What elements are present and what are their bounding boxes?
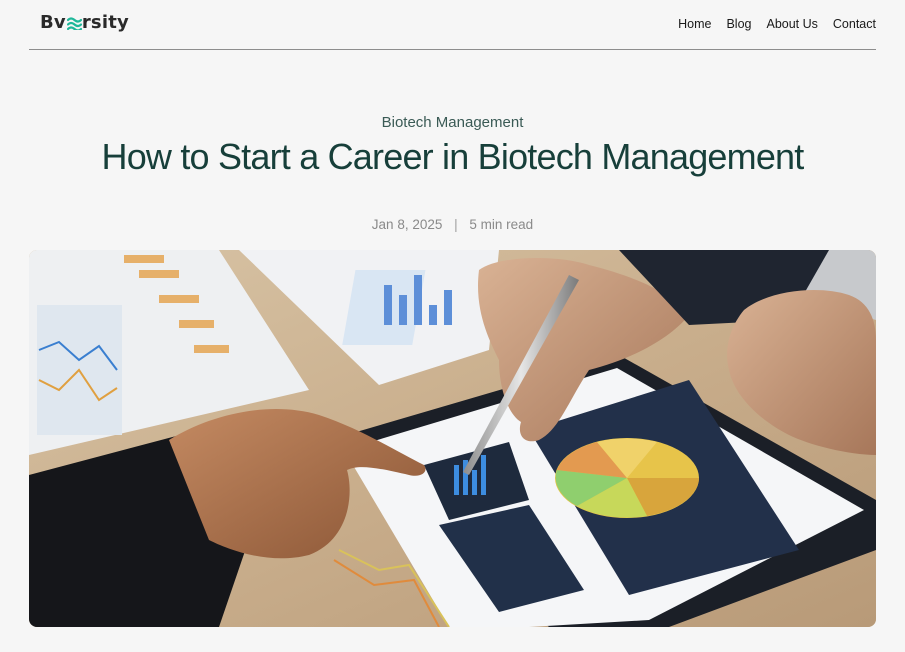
nav-blog[interactable]: Blog	[726, 17, 751, 31]
logo-wave-icon	[66, 16, 82, 30]
nav-about-us[interactable]: About Us	[766, 17, 817, 31]
logo[interactable]: Bv rsity	[40, 12, 129, 33]
site-header: Bv rsity Home Blog About Us Contact	[29, 0, 876, 50]
logo-text-end: rsity	[81, 12, 129, 33]
article-read-time: 5 min read	[469, 217, 534, 232]
nav-home[interactable]: Home	[678, 17, 711, 31]
hero-image	[29, 250, 876, 627]
article-category[interactable]: Biotech Management	[0, 114, 905, 131]
logo-text-start: Bv	[40, 12, 66, 33]
page: Bv rsity Home Blog About Us Contact Biot…	[0, 0, 905, 652]
article-title: How to Start a Career in Biotech Managem…	[101, 136, 805, 177]
hero-illustration	[29, 250, 876, 627]
article-date: Jan 8, 2025	[371, 217, 443, 232]
meta-separator: |	[454, 217, 458, 232]
article-meta: Jan 8, 2025 | 5 min read	[0, 217, 905, 232]
main-nav: Home Blog About Us Contact	[678, 17, 876, 31]
nav-contact[interactable]: Contact	[833, 17, 876, 31]
